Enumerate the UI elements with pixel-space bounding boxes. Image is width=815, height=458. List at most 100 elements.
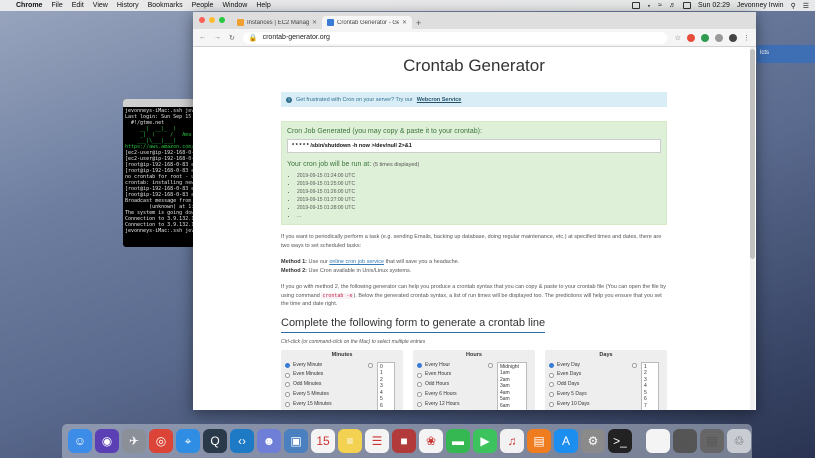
profile-avatar-icon[interactable] [729, 33, 737, 42]
select-option[interactable]: 2am [500, 377, 524, 384]
facetime-icon[interactable]: ▶ [473, 429, 497, 453]
minimize-window-icon[interactable] [209, 17, 215, 23]
system-preferences-icon[interactable]: ⚙ [581, 429, 605, 453]
radio-button[interactable] [549, 392, 554, 398]
preview-icon[interactable]: ▣ [284, 429, 308, 453]
select-option[interactable]: 3 [380, 383, 392, 390]
wifi-icon[interactable]: ≈ [658, 2, 662, 9]
select-option[interactable]: 3 [644, 377, 656, 384]
select-option[interactable]: 4 [644, 383, 656, 390]
quicktime-icon[interactable]: Q [203, 429, 227, 453]
calendar-icon[interactable]: 15 [311, 429, 335, 453]
radio-button[interactable] [417, 362, 422, 368]
menu-item-history[interactable]: History [117, 2, 139, 9]
shield-extension-icon[interactable] [701, 33, 709, 42]
select-option[interactable]: 5 [380, 396, 392, 403]
address-bar[interactable]: 🔒 crontab-generator.org [242, 31, 667, 44]
app-store-icon[interactable]: A [554, 429, 578, 453]
notes-icon[interactable]: ≡ [338, 429, 362, 453]
select-option[interactable]: 5am [500, 396, 524, 403]
terminal-icon[interactable]: >_ [608, 429, 632, 453]
trash-icon[interactable]: ♲ [727, 429, 751, 453]
document-icon[interactable] [646, 429, 670, 453]
notification-center-icon[interactable]: ☰ [803, 2, 809, 10]
menu-item-edit[interactable]: Edit [72, 2, 84, 9]
select-option[interactable]: 0 [380, 364, 392, 371]
days-select-list[interactable]: 1234567 [641, 361, 659, 410]
select-option[interactable]: 3am [500, 383, 524, 390]
desktop-item[interactable]: lcts [757, 45, 815, 63]
terminal-title-bar[interactable] [123, 99, 195, 107]
page-scrollbar[interactable] [750, 47, 755, 410]
select-option[interactable]: 1 [380, 370, 392, 377]
select-option[interactable]: 7 [644, 403, 656, 410]
close-tab-icon[interactable]: ✕ [402, 19, 407, 26]
minutes-choose-radio[interactable] [368, 362, 373, 368]
discord-icon[interactable]: ☻ [257, 429, 281, 453]
tab-ec2-instances[interactable]: Instances | EC2 Management C ✕ [232, 16, 322, 29]
clock[interactable]: Sun 02:29 [698, 2, 730, 9]
cron-line-output[interactable]: * * * * * /sbin/shutdown -h now >/dev/nu… [287, 139, 661, 153]
bookmark-star-icon[interactable]: ☆ [675, 34, 681, 42]
select-option[interactable]: 6 [644, 396, 656, 403]
maximize-window-icon[interactable] [219, 17, 225, 23]
minutes-select-list[interactable]: 0123456 [377, 361, 395, 410]
url-text[interactable]: crontab-generator.org [263, 34, 330, 41]
webcron-service-link[interactable]: Webcron Service [417, 97, 462, 103]
menu-item-bookmarks[interactable]: Bookmarks [148, 2, 183, 9]
radio-button[interactable] [549, 372, 554, 378]
safari-icon[interactable]: ⌖ [176, 429, 200, 453]
launchpad-icon[interactable]: ✈ [122, 429, 146, 453]
select-option[interactable]: 5 [644, 390, 656, 397]
screenshots-stack-icon[interactable]: ▤ [700, 429, 724, 453]
menu-item-file[interactable]: File [51, 2, 62, 9]
radio-button[interactable] [417, 372, 422, 378]
radio-button[interactable] [285, 402, 290, 408]
page-viewport[interactable]: Crontab Generator i Get frustrated with … [193, 47, 756, 410]
menu-item-people[interactable]: People [192, 2, 214, 9]
select-option[interactable]: Midnight [500, 364, 524, 371]
radio-button[interactable] [549, 402, 554, 408]
extension-icon[interactable] [715, 33, 723, 42]
select-option[interactable]: 4am [500, 390, 524, 397]
radio-button[interactable] [549, 362, 554, 368]
battery-icon[interactable] [682, 2, 691, 9]
volume-icon[interactable]: ♬ [669, 2, 676, 9]
user-name[interactable]: Jevonney Irwin [737, 2, 784, 9]
radio-button[interactable] [285, 362, 290, 368]
select-option[interactable]: 2 [644, 370, 656, 377]
music-icon[interactable]: ♫ [500, 429, 524, 453]
forward-icon[interactable]: → [214, 34, 221, 41]
books-icon[interactable]: ▤ [527, 429, 551, 453]
select-option[interactable]: 6am [500, 403, 524, 410]
menu-item-window[interactable]: Window [222, 2, 247, 9]
radio-button[interactable] [285, 372, 290, 378]
terminal-window[interactable]: jevonneys-iMac:.ssh jevo Last login: Sun … [123, 99, 195, 247]
bluetooth-icon[interactable]: ⋆ [647, 2, 651, 10]
close-tab-icon[interactable]: ✕ [312, 19, 317, 26]
menu-item-view[interactable]: View [93, 2, 108, 9]
siri-icon[interactable]: ◉ [95, 429, 119, 453]
back-icon[interactable]: ← [199, 34, 206, 41]
hours-select-list[interactable]: Midnight 1am 2am 3am 4am 5am 6am [497, 361, 527, 410]
menu-item-help[interactable]: Help [256, 2, 270, 9]
spotlight-icon[interactable]: ⚲ [791, 2, 796, 10]
radio-button[interactable] [417, 392, 422, 398]
downloads-stack-icon[interactable]: ▤ [673, 429, 697, 453]
hours-choose-radio[interactable] [488, 362, 493, 368]
select-option[interactable]: 2 [380, 377, 392, 384]
menu-kebab-icon[interactable]: ⋮ [743, 34, 750, 42]
scrollbar-thumb[interactable] [750, 49, 755, 259]
photo-booth-icon[interactable]: ■ [392, 429, 416, 453]
radio-button[interactable] [549, 382, 554, 388]
select-option[interactable]: 1 [644, 364, 656, 371]
close-window-icon[interactable] [199, 17, 205, 23]
vscode-icon[interactable]: ‹› [230, 429, 254, 453]
reminders-icon[interactable]: ☰ [365, 429, 389, 453]
select-option[interactable]: 6 [380, 403, 392, 410]
adblock-icon[interactable] [687, 33, 695, 42]
new-tab-button[interactable]: + [416, 18, 421, 29]
chrome-icon[interactable]: ◎ [149, 429, 173, 453]
radio-button[interactable] [417, 382, 422, 388]
select-option[interactable]: 4 [380, 390, 392, 397]
